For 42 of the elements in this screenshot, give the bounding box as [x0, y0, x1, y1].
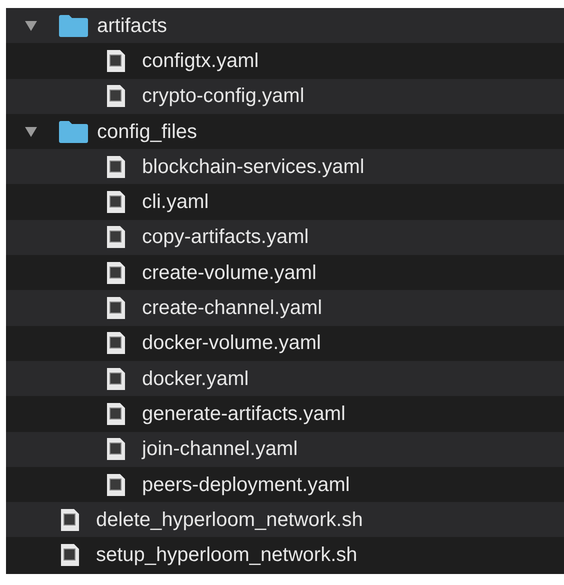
folder-name: artifacts [97, 14, 168, 39]
file-icon [106, 331, 126, 356]
tree-row[interactable]: artifacts [6, 8, 564, 44]
file-icon [106, 48, 126, 73]
file-icon [106, 472, 126, 496]
file-icon [106, 260, 126, 285]
file-icon [106, 366, 126, 391]
tree-row[interactable]: crypto-config.yaml [6, 78, 564, 114]
tree-row[interactable]: copy-artifacts.yaml [6, 220, 564, 256]
file-name: blockchain-services.yaml [142, 154, 364, 180]
file-name: crypto-config.yaml [142, 84, 304, 110]
file-name: docker-volume.yaml [142, 331, 321, 356]
tree-row[interactable]: docker.yaml [6, 360, 564, 396]
file-name: cli.yaml [142, 190, 209, 216]
file-name: create-channel.yaml [142, 296, 322, 322]
folder-name: config_files [97, 120, 198, 145]
tree-row[interactable]: join-channel.yaml [6, 432, 564, 467]
file-icon [106, 190, 126, 214]
file-icon [106, 225, 126, 250]
folder-icon [58, 120, 89, 144]
file-icon [106, 296, 126, 320]
file-name: docker.yaml [142, 366, 249, 392]
file-icon [60, 543, 80, 568]
file-name: peers-deployment.yaml [142, 472, 350, 498]
file-name: setup_hyperloom_network.sh [96, 543, 358, 568]
file-name: create-volume.yaml [142, 260, 317, 286]
expanded-triangle-icon[interactable] [24, 20, 38, 32]
file-icon [60, 508, 80, 532]
file-icon [106, 84, 126, 108]
tree-row[interactable]: delete_hyperloom_network.sh [6, 502, 564, 538]
file-name: delete_hyperloom_network.sh [96, 508, 363, 533]
file-name: join-channel.yaml [142, 437, 298, 462]
folder-icon [58, 14, 89, 38]
file-name: generate-artifacts.yaml [142, 402, 346, 427]
tree-row[interactable]: blockchain-services.yaml [6, 149, 564, 184]
expanded-triangle-icon[interactable] [24, 126, 38, 138]
file-name: copy-artifacts.yaml [142, 225, 309, 250]
file-icon [106, 402, 126, 426]
file-icon [106, 437, 126, 462]
tree-row[interactable]: create-channel.yaml [6, 290, 564, 326]
file-name: configtx.yaml [142, 48, 259, 74]
file-icon [106, 154, 126, 179]
